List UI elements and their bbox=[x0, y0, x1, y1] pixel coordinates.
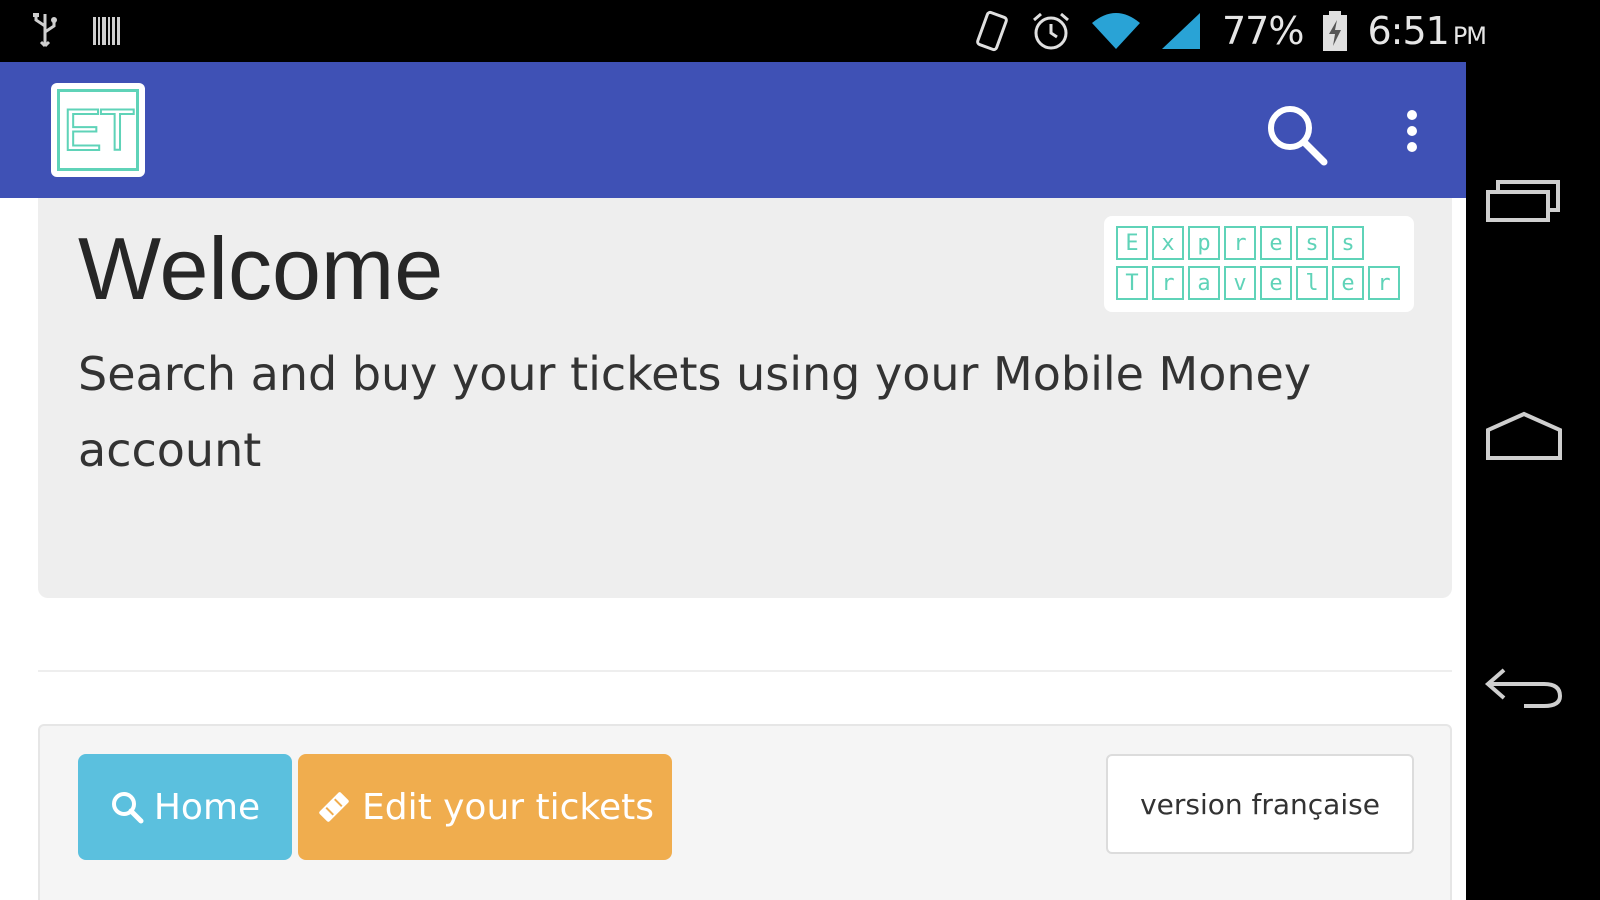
recent-apps-button[interactable] bbox=[1484, 172, 1564, 232]
search-icon bbox=[111, 792, 144, 824]
barcode-icon bbox=[93, 17, 120, 45]
express-traveler-logo: Express Traveler bbox=[1104, 216, 1414, 312]
brand-letter-tile: e bbox=[1260, 226, 1292, 260]
system-nav-bar bbox=[1466, 62, 1600, 900]
brand-letter-tile: v bbox=[1224, 266, 1256, 300]
more-vert-icon[interactable] bbox=[1392, 106, 1432, 156]
brand-letter-tile: x bbox=[1152, 226, 1184, 260]
brand-letter-tile: s bbox=[1332, 226, 1364, 260]
back-icon bbox=[1484, 668, 1563, 708]
status-bar: 77% 6:51 PM bbox=[0, 0, 1600, 62]
home-button-label: Home bbox=[153, 786, 261, 828]
welcome-tagline: Search and buy your tickets using your M… bbox=[78, 347, 1312, 477]
home-nav-button[interactable] bbox=[1484, 408, 1564, 468]
brand-letter-tile: e bbox=[1260, 266, 1292, 300]
welcome-jumbotron: Welcome Search and buy your tickets usin… bbox=[38, 198, 1452, 598]
brand-letter-tile: e bbox=[1332, 266, 1364, 300]
brand-letter-tile: r bbox=[1152, 266, 1184, 300]
divider bbox=[38, 670, 1452, 672]
more-dot bbox=[1407, 142, 1417, 152]
battery-icon bbox=[1323, 11, 1348, 51]
clock-time: 6:51 bbox=[1367, 9, 1449, 53]
more-dot bbox=[1407, 110, 1417, 120]
status-left bbox=[30, 12, 122, 50]
home-button[interactable]: Home bbox=[78, 754, 292, 860]
app-window: ET Welcome Search and buy your tickets u… bbox=[0, 62, 1466, 900]
ticket-icon bbox=[319, 792, 349, 822]
search-button[interactable] bbox=[1262, 100, 1332, 170]
rotate-icon bbox=[976, 10, 1008, 52]
recent-apps-icon bbox=[1486, 180, 1560, 222]
clock-ampm: PM bbox=[1452, 22, 1487, 50]
edit-tickets-label: Edit your tickets bbox=[361, 786, 655, 828]
usb-icon bbox=[33, 13, 57, 48]
app-bar: ET bbox=[0, 62, 1466, 198]
alarm-icon bbox=[1033, 12, 1069, 50]
search-icon bbox=[1268, 106, 1328, 166]
brand-letter-tile: r bbox=[1224, 226, 1256, 260]
brand-letter-tile: p bbox=[1188, 226, 1220, 260]
app-logo-text: ET bbox=[57, 89, 139, 171]
brand-letter-tile: s bbox=[1296, 226, 1328, 260]
brand-letter-tile: E bbox=[1116, 226, 1148, 260]
clock: 6:51 PM bbox=[1367, 9, 1487, 53]
edit-tickets-button[interactable]: Edit your tickets bbox=[298, 754, 672, 860]
brand-row-2: Traveler bbox=[1116, 266, 1402, 302]
back-button[interactable] bbox=[1484, 654, 1564, 714]
status-right: 77% 6:51 PM bbox=[972, 8, 1487, 54]
brand-row-1: Express bbox=[1116, 226, 1402, 262]
french-version-button[interactable]: version française bbox=[1106, 754, 1414, 854]
brand-letter-tile: a bbox=[1188, 266, 1220, 300]
french-version-label: version française bbox=[1140, 787, 1380, 821]
brand-letter-tile: l bbox=[1296, 266, 1328, 300]
battery-percent: 77% bbox=[1222, 9, 1304, 53]
app-logo[interactable]: ET bbox=[51, 83, 145, 177]
brand-letter-tile: r bbox=[1368, 266, 1400, 300]
signal-icon bbox=[1162, 13, 1200, 49]
more-dot bbox=[1407, 126, 1417, 136]
page-title: Welcome bbox=[78, 219, 444, 318]
wifi-icon bbox=[1092, 13, 1140, 49]
brand-letter-tile: T bbox=[1116, 266, 1148, 300]
home-icon bbox=[1486, 411, 1562, 460]
action-panel: Home Edit your tickets version française bbox=[38, 724, 1452, 900]
